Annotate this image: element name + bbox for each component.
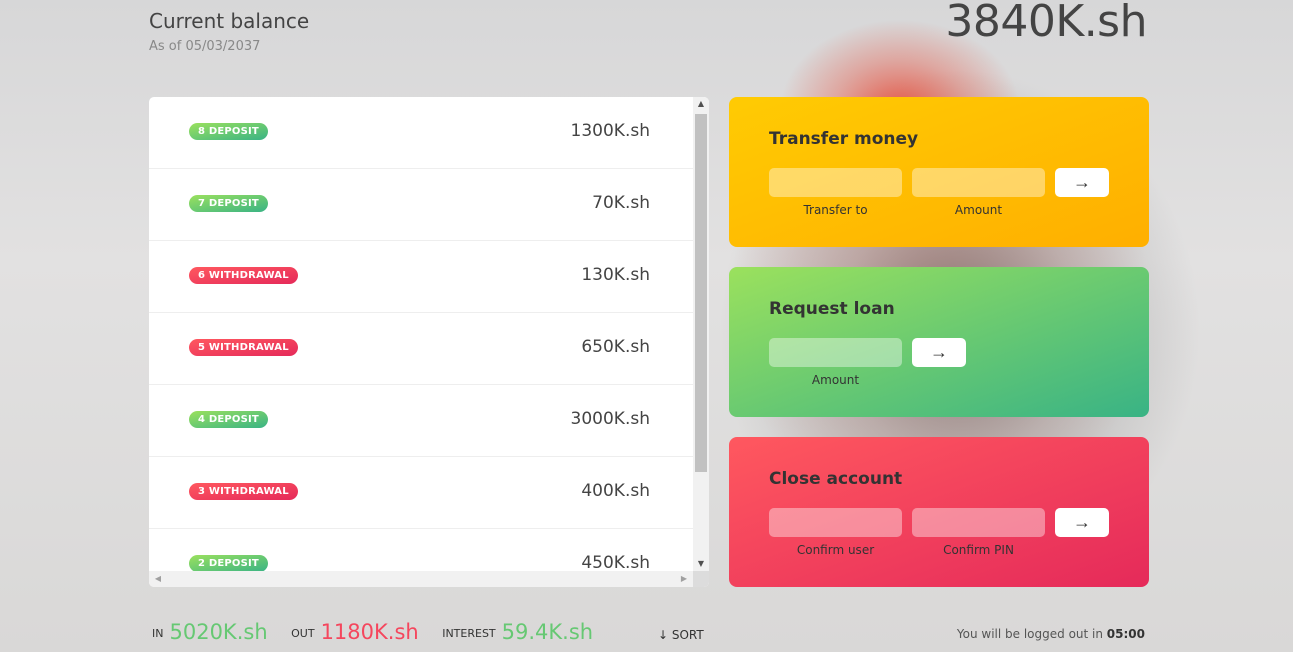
balance-header: Current balance As of 05/03/2037 — [149, 9, 309, 54]
loan-amount-input[interactable] — [769, 338, 902, 367]
movement-row: 6 withdrawal 130K.sh — [149, 241, 693, 313]
transfer-title: Transfer money — [769, 129, 919, 149]
movement-row: 7 deposit 70K.sh — [149, 169, 693, 241]
scrollbar-thumb[interactable] — [695, 114, 707, 472]
transfer-to-label: Transfer to — [803, 203, 868, 217]
movement-value: 650K.sh — [581, 337, 650, 357]
confirm-user-label: Confirm user — [796, 543, 875, 557]
movements-list: 8 deposit 1300K.sh 7 deposit 70K.sh 6 wi… — [149, 97, 693, 571]
balance-date: As of 05/03/2037 — [149, 39, 261, 54]
movement-value: 70K.sh — [592, 193, 650, 213]
summary-interest-value: 59.4K.sh — [501, 620, 594, 644]
movement-value: 450K.sh — [581, 553, 650, 571]
loan-panel: Request loan → Amount — [729, 267, 1149, 417]
balance-value: 3840K.sh — [945, 0, 1147, 47]
close-submit-button[interactable]: → — [1055, 508, 1109, 537]
movements-panel[interactable]: 8 deposit 1300K.sh 7 deposit 70K.sh 6 wi… — [149, 97, 709, 587]
transfer-submit-button[interactable]: → — [1055, 168, 1109, 197]
scroll-right-icon[interactable]: ▶ — [677, 571, 691, 587]
movement-type-badge: 7 deposit — [189, 195, 268, 212]
transfer-amount-label: Amount — [954, 203, 1003, 217]
summary-bar: In 5020K.sh Out 1180K.sh Interest 59.4K.sh — [152, 620, 613, 644]
movement-type-badge: 8 deposit — [189, 123, 268, 140]
vertical-scrollbar[interactable]: ▲ ▼ — [693, 97, 709, 571]
horizontal-scrollbar[interactable]: ◀ ▶ — [149, 571, 693, 587]
logout-message: You will be logged out in — [956, 627, 1107, 641]
summary-out-label: Out — [291, 627, 315, 640]
movement-value: 130K.sh — [581, 265, 650, 285]
movement-type-badge: 4 deposit — [189, 411, 268, 428]
scrollbar-corner — [693, 571, 709, 587]
loan-amount-label: Amount — [811, 373, 860, 387]
summary-in-label: In — [152, 627, 164, 640]
scroll-down-icon[interactable]: ▼ — [693, 557, 709, 571]
movement-value: 400K.sh — [581, 481, 650, 501]
transfer-amount-input[interactable] — [912, 168, 1045, 197]
balance-label: Current balance — [149, 9, 310, 33]
transfer-panel: Transfer money → Transfer to Amount — [729, 97, 1149, 247]
summary-interest-label: Interest — [442, 627, 496, 640]
movement-type-badge: 6 withdrawal — [189, 267, 298, 284]
movement-value: 1300K.sh — [570, 121, 650, 141]
movement-row: 5 withdrawal 650K.sh — [149, 313, 693, 385]
transfer-to-input[interactable] — [769, 168, 902, 197]
movement-type-badge: 2 deposit — [189, 555, 268, 571]
movement-row: 8 deposit 1300K.sh — [149, 97, 693, 169]
logout-timer: 05:00 — [1106, 627, 1145, 641]
movement-row: 2 deposit 450K.sh — [149, 529, 693, 571]
confirm-user-input[interactable] — [769, 508, 902, 537]
confirm-pin-input[interactable] — [912, 508, 1045, 537]
summary-in-value: 5020K.sh — [169, 620, 268, 644]
close-account-panel: Close account → Confirm user Confirm PIN — [729, 437, 1149, 587]
scroll-left-icon[interactable]: ◀ — [151, 571, 165, 587]
loan-title: Request loan — [769, 299, 895, 319]
close-title: Close account — [769, 469, 903, 489]
summary-out-value: 1180K.sh — [320, 620, 419, 644]
logout-timer-text: You will be logged out in 05:00 — [957, 627, 1145, 641]
loan-submit-button[interactable]: → — [912, 338, 966, 367]
movement-row: 4 deposit 3000K.sh — [149, 385, 693, 457]
movement-type-badge: 3 withdrawal — [189, 483, 298, 500]
movement-value: 3000K.sh — [570, 409, 650, 429]
scroll-up-icon[interactable]: ▲ — [693, 97, 709, 111]
movement-type-badge: 5 withdrawal — [189, 339, 298, 356]
sort-button[interactable]: ↓ SORT — [658, 628, 704, 642]
movement-row: 3 withdrawal 400K.sh — [149, 457, 693, 529]
confirm-pin-label: Confirm PIN — [943, 543, 1014, 557]
